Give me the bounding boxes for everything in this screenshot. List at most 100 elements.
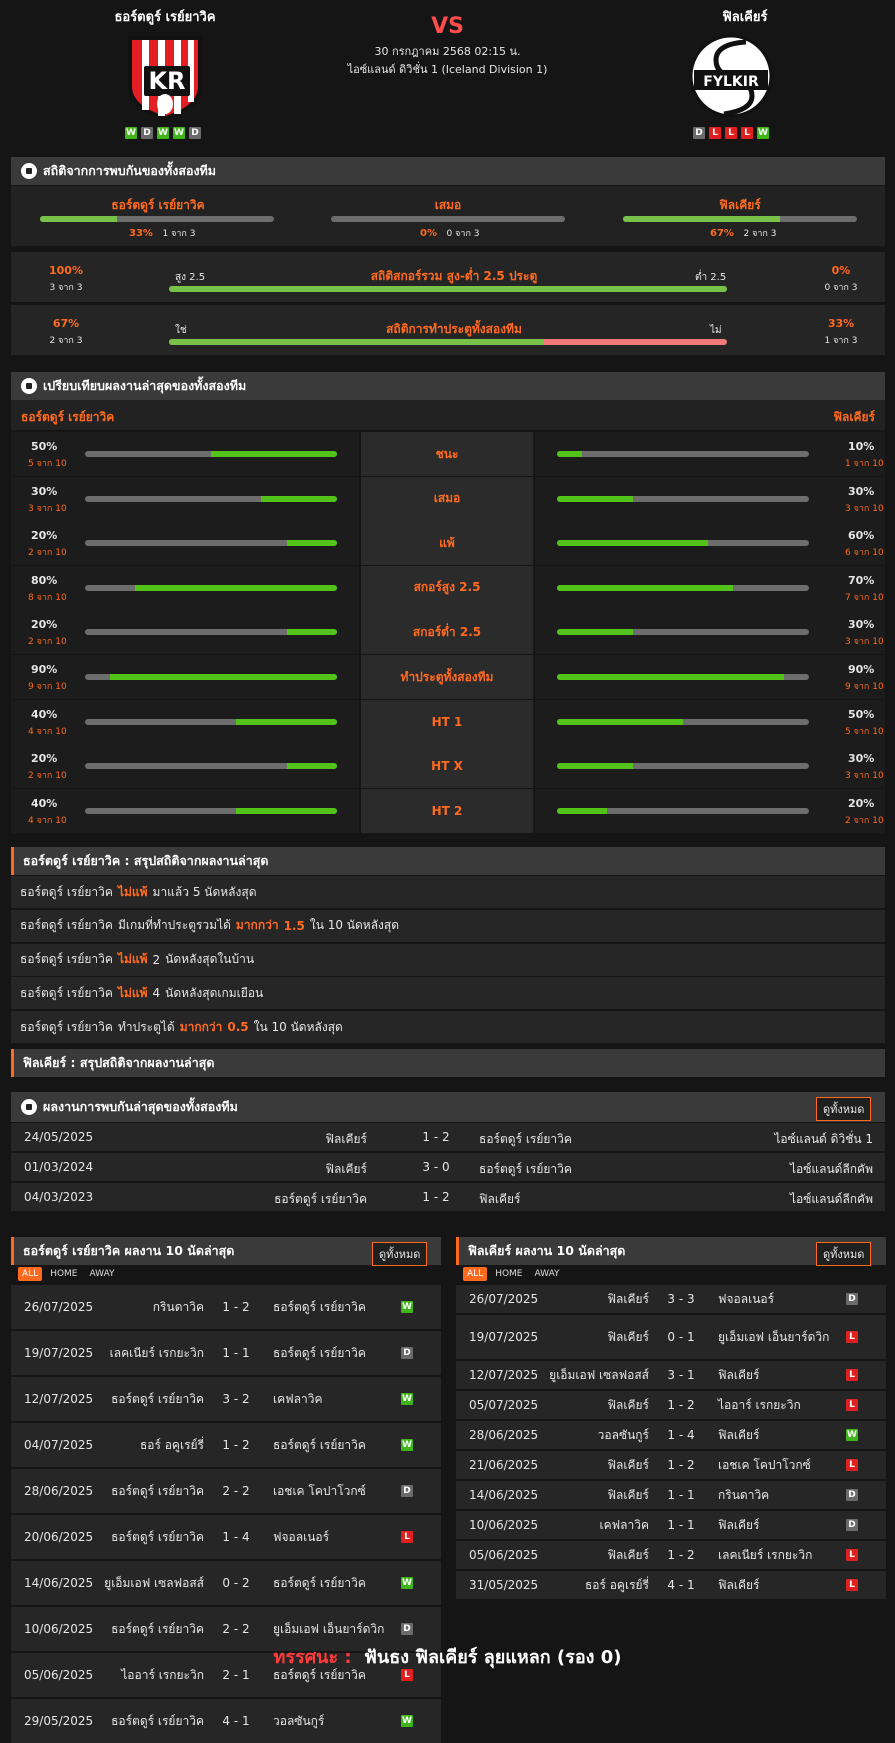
compare-row: 20% 2 จาก 10 สกอร์ต่ำ 2.5 30% 3 จาก 10 [11, 610, 885, 655]
tab-all[interactable]: ALL [463, 1267, 488, 1281]
summary-text: 1.5 [283, 918, 305, 933]
home-bar [85, 495, 337, 502]
away-team-logo: FYLKIR [686, 30, 776, 122]
draw-count: 0 จาก 3 [446, 229, 480, 239]
compare-home-cell: 80% 8 จาก 10 [11, 565, 359, 610]
match-row: 04/07/2025 ธอร์ อคูเรย์รี่ 1 - 2 ธอร์ตดูร์ … [11, 1423, 441, 1467]
away-last10-view-all-button[interactable]: ดูทั้งหมด [816, 1242, 872, 1266]
svg-text:FYLKIR: FYLKIR [703, 74, 759, 90]
summary-text: ไม่แพ้ [117, 985, 148, 1000]
match-row: 28/06/2025 ธอร์ตดูร์ เรย์ยาวิค 2 - 2 เอชเค … [11, 1469, 441, 1513]
match-home: เลคเนียร์ เรกยะวิก [109, 1345, 204, 1360]
match-score: 0 - 1 [667, 1330, 695, 1344]
football-icon [21, 378, 37, 394]
home-bar [85, 807, 337, 814]
away-count: 7 จาก 10 [845, 592, 884, 603]
result-cell: W [401, 1561, 413, 1605]
h2h-home: ฟิลเคียร์ [325, 1162, 367, 1176]
home-bar-fill [286, 540, 337, 547]
summary-text: 2 [152, 952, 161, 967]
home-pct: 20% [31, 752, 58, 766]
summary-text: ใน 10 นัดหลังสุด [309, 918, 400, 933]
match-home: วอลซันกูร์ [597, 1427, 649, 1442]
under-count: 0 จาก 3 [824, 283, 858, 293]
h2h-home: ธอร์ตดูร์ เรย์ยาวิค [274, 1192, 367, 1206]
h2h-results-header: ผลงานการพบกันล่าสุดของทั้งสองทีม [11, 1092, 885, 1122]
home-bar [85, 763, 337, 770]
result-badge: W [401, 1577, 413, 1589]
form-badge: D [693, 127, 705, 139]
summary-text: ทำประตูได้ [117, 1019, 175, 1034]
home-bar [85, 451, 337, 457]
compare-row: 50% 5 จาก 10 ชนะ 10% 1 จาก 10 [11, 432, 885, 476]
page: ธอร์ตดูร์ เรย์ยาวิค KR WDWWD VS 30 กรกฎา… [0, 0, 895, 1743]
compare-label: แพ้ [361, 521, 533, 566]
compare-row: 40% 4 จาก 10 HT 2 20% 2 จาก 10 [11, 788, 885, 833]
result-cell: W [401, 1423, 413, 1467]
btts-yes-count: 2 จาก 3 [49, 336, 83, 346]
home-label: ธอร์ตดูร์ เรย์ยาวิค [111, 198, 205, 212]
match-row: 26/07/2025 กรินดาวิค 1 - 2 ธอร์ตดูร์ เรย์ยา… [11, 1285, 441, 1329]
home-bar-fill [286, 629, 337, 636]
away-bar [557, 451, 809, 457]
away-bar-fill [557, 540, 709, 547]
summary-text: ธอร์ตดูร์ เรย์ยาวิค [20, 952, 113, 967]
match-score: 1 - 1 [667, 1518, 695, 1532]
tab-away[interactable]: AWAY [86, 1267, 119, 1281]
compare-label: ชนะ [361, 432, 533, 476]
over-under-title: สถิติสกอร์รวม สูง-ต่ำ 2.5 ประตู [370, 269, 538, 283]
compare-label: HT X [361, 744, 533, 789]
away-pct: 90% [848, 663, 875, 676]
home-win-count: 1 จาก 3 [162, 229, 196, 239]
match-home: กรินดาวิค [152, 1299, 204, 1314]
summary-text: ไม่แพ้ [117, 952, 148, 967]
compare-label: เสมอ [361, 476, 533, 521]
tab-away[interactable]: AWAY [531, 1267, 564, 1281]
h2h-view-all-button[interactable]: ดูทั้งหมด [816, 1097, 872, 1121]
home-count: 2 จาก 10 [28, 548, 67, 559]
home-count: 2 จาก 10 [28, 771, 67, 782]
home-pct: 40% [31, 796, 58, 810]
match-away: ฟจอลเนอร์ [273, 1529, 330, 1544]
match-away: ฟจอลเนอร์ [718, 1291, 775, 1306]
home-last10-view-all-button[interactable]: ดูทั้งหมด [372, 1242, 428, 1266]
compare-label: HT 2 [361, 788, 533, 833]
match-away: วอลซันกูร์ [273, 1713, 325, 1728]
away-win-stat: 67% 2 จาก 3 [710, 226, 776, 240]
form-badge: D [141, 127, 153, 139]
match-home: ฟิลเคียร์ [607, 1291, 649, 1306]
match-score: 1 - 2 [667, 1398, 695, 1412]
home-pct: 80% [31, 573, 58, 587]
match-row: 29/05/2025 ธอร์ตดูร์ เรย์ยาวิค 4 - 1 วอลซัน… [11, 1699, 441, 1743]
summary-row: ธอร์ตดูร์ เรย์ยาวิค ไม่แพ้ มาแล้ว 5 นัดหลั… [11, 876, 885, 908]
home-pct: 20% [31, 529, 58, 543]
prediction-label: ทรรศนะ : [273, 1647, 352, 1668]
away-count: 1 จาก 10 [845, 459, 884, 469]
result-badge: D [401, 1623, 413, 1635]
compare-away-cell: 30% 3 จาก 10 [535, 610, 885, 655]
match-score: 1 - 2 [667, 1548, 695, 1562]
summary-text: มากกว่า [179, 1019, 223, 1034]
compare-row: 30% 3 จาก 10 เสมอ 30% 3 จาก 10 [11, 476, 885, 521]
away-win-pct: 67% [710, 228, 734, 239]
match-score: 1 - 4 [222, 1530, 250, 1544]
home-count: 4 จาก 10 [28, 815, 67, 826]
compare-away-cell: 30% 3 จาก 10 [535, 744, 885, 789]
draw-stat: 0% 0 จาก 3 [420, 226, 479, 240]
tab-home[interactable]: HOME [491, 1267, 526, 1281]
btts-no-pct: 33% [827, 317, 855, 330]
summary-text: นัดหลังสุดในบ้าน [165, 952, 255, 967]
match-row: 20/06/2025 ธอร์ตดูร์ เรย์ยาวิค 1 - 4 ฟจอลเน… [11, 1515, 441, 1559]
result-cell: L [846, 1451, 858, 1479]
match-score: 1 - 2 [222, 1438, 250, 1452]
tab-home[interactable]: HOME [46, 1267, 81, 1281]
match-row: 05/06/2025 ฟิลเคียร์ 1 - 2 เลคเนียร์ เรกยะว… [456, 1541, 886, 1569]
compare-away-cell: 90% 9 จาก 10 [535, 655, 885, 699]
away-pct: 20% [848, 796, 875, 810]
match-home: ธอร์ตดูร์ เรย์ยาวิค [111, 1529, 204, 1544]
result-cell: D [846, 1511, 858, 1539]
tab-all[interactable]: ALL [18, 1267, 43, 1281]
btts-yes-pct: 67% [52, 317, 80, 330]
summary-text: ธอร์ตดูร์ เรย์ยาวิค [20, 1019, 113, 1034]
away-bar [557, 495, 809, 502]
